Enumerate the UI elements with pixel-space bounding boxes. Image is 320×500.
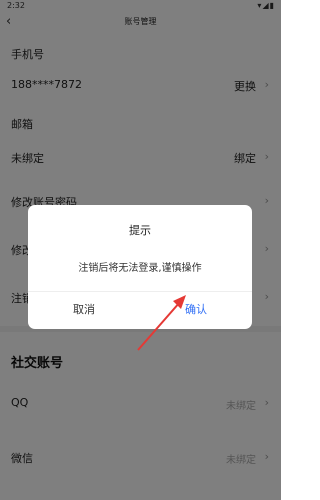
annotation-arrow-icon [137,295,186,351]
